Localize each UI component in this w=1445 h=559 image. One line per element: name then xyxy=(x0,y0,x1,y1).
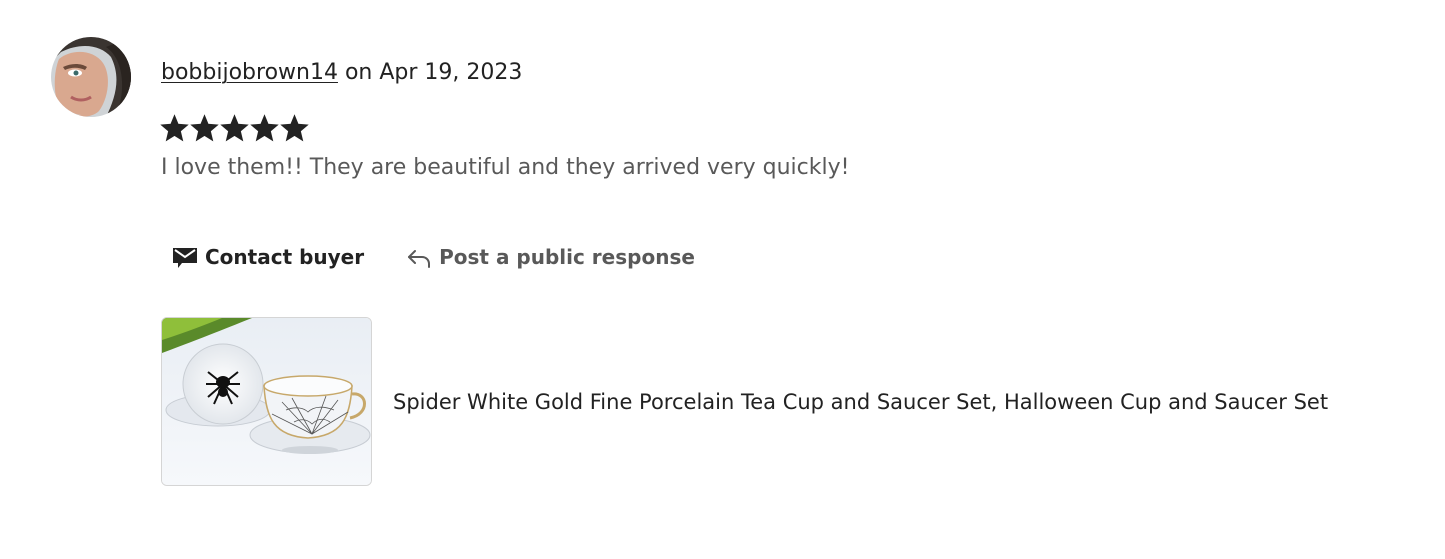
reviewer-name-link[interactable]: bobbijobrown14 xyxy=(161,60,338,85)
review-actions: Contact buyer Post a public response xyxy=(172,240,695,274)
reply-arrow-icon xyxy=(406,244,432,270)
review-header: bobbijobrown14 on Apr 19, 2023 xyxy=(161,58,522,88)
star-icon xyxy=(280,114,309,142)
star-icon xyxy=(220,114,249,142)
reviewer-avatar[interactable] xyxy=(51,37,131,117)
review-card: bobbijobrown14 on Apr 19, 2023 I love th… xyxy=(0,0,1445,559)
star-icon xyxy=(190,114,219,142)
review-text: I love them!! They are beautiful and the… xyxy=(161,155,850,180)
star-icon xyxy=(160,114,189,142)
listing-title[interactable]: Spider White Gold Fine Porcelain Tea Cup… xyxy=(393,387,1328,417)
star-icon xyxy=(250,114,279,142)
envelope-icon xyxy=(172,244,198,270)
post-public-response-button[interactable]: Post a public response xyxy=(406,244,695,270)
listing-thumbnail[interactable] xyxy=(161,317,372,486)
listing-link[interactable]: Spider White Gold Fine Porcelain Tea Cup… xyxy=(161,317,1328,486)
review-date: Apr 19, 2023 xyxy=(379,60,523,85)
contact-buyer-button[interactable]: Contact buyer xyxy=(172,244,364,270)
star-rating xyxy=(160,114,309,143)
date-prefix: on xyxy=(337,60,380,85)
post-public-response-label: Post a public response xyxy=(439,245,695,269)
contact-buyer-label: Contact buyer xyxy=(205,245,365,269)
